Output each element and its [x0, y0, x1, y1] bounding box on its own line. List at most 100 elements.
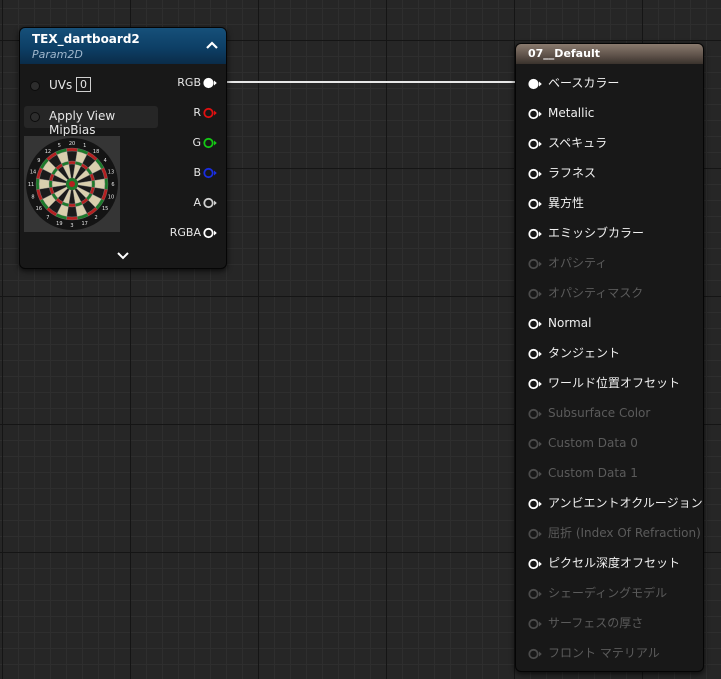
material-input-row[interactable]: タンジェント: [528, 346, 620, 360]
dartboard-number: 4: [104, 158, 107, 164]
material-input-row: サーフェスの厚さ: [528, 616, 643, 630]
input-pin-icon: [528, 408, 542, 419]
output-row-b[interactable]: B: [137, 166, 217, 180]
rgb-to-basecolor-wire[interactable]: [214, 81, 526, 83]
input-pin-icon: [528, 288, 542, 299]
input-pin-icon[interactable]: [528, 318, 542, 330]
input-pin-icon[interactable]: [528, 198, 542, 210]
dartboard-segment: [68, 203, 76, 208]
dartboard-number: 9: [37, 158, 40, 164]
material-input-label: スペキュラ: [548, 136, 608, 150]
material-input-row[interactable]: ピクセル深度オフセット: [528, 556, 680, 570]
input-pin-icon: [528, 468, 542, 479]
output-pin-g-icon[interactable]: [203, 137, 217, 149]
input-pin-icon[interactable]: [528, 78, 542, 90]
output-pin-a-icon[interactable]: [203, 197, 217, 209]
material-input-label: ワールド位置オフセット: [548, 376, 681, 390]
material-input-row: Custom Data 1: [528, 466, 638, 480]
mipbias-input-pin[interactable]: [30, 112, 40, 122]
material-input-row[interactable]: ワールド位置オフセット: [528, 376, 680, 390]
output-label-a: A: [193, 196, 201, 209]
input-pin-icon: [528, 528, 542, 539]
dartboard-number: 13: [108, 169, 114, 175]
dartboard-number: 3: [70, 223, 73, 229]
material-input-label: オパシティ: [548, 256, 608, 270]
input-pin-icon[interactable]: [528, 378, 542, 390]
output-label-r: R: [193, 106, 201, 119]
dartboard-number: 14: [30, 169, 36, 175]
input-pin-icon: [528, 588, 542, 599]
output-row-rgba[interactable]: RGBA: [137, 226, 217, 240]
material-input-label: エミッシブカラー: [548, 226, 645, 240]
chevron-down-icon[interactable]: [116, 250, 130, 262]
material-input-label: サーフェスの厚さ: [548, 616, 644, 630]
dartboard-segment: [91, 180, 96, 188]
output-row-rgb[interactable]: RGB: [137, 76, 217, 90]
input-pin-icon[interactable]: [528, 168, 542, 180]
material-input-row[interactable]: エミッシブカラー: [528, 226, 644, 240]
output-pin-rgb-icon[interactable]: [203, 77, 217, 89]
input-pin-icon[interactable]: [528, 348, 542, 360]
material-input-row[interactable]: Normal: [528, 316, 591, 330]
output-label-g: G: [192, 136, 201, 149]
chevron-up-icon[interactable]: [204, 37, 220, 53]
input-pin-icon[interactable]: [528, 498, 542, 510]
material-input-label: フロント マテリアル: [548, 646, 660, 660]
dartboard-number: 19: [56, 221, 62, 227]
material-node-header[interactable]: 07__Default: [516, 44, 703, 64]
output-row-g[interactable]: G: [137, 136, 217, 150]
material-input-label: オパシティマスク: [548, 286, 644, 300]
material-input-label: タンジェント: [548, 346, 621, 360]
dartboard-segment: [66, 147, 78, 152]
texture-sample-node[interactable]: TEX_dartboard2 Param2D UVs 0 Apply View …: [19, 27, 227, 269]
material-input-row[interactable]: スペキュラ: [528, 136, 607, 150]
input-pin-icon[interactable]: [528, 228, 542, 240]
material-input-row[interactable]: ラフネス: [528, 166, 596, 180]
uvs-index-field[interactable]: 0: [76, 77, 91, 92]
material-result-node[interactable]: 07__Default ベースカラー Metallic スペキュララフネス異方性エミ…: [515, 43, 704, 672]
input-pin-icon[interactable]: [528, 558, 542, 570]
material-input-label: 異方性: [548, 196, 585, 210]
texture-node-header[interactable]: TEX_dartboard2 Param2D: [20, 28, 226, 64]
dartboard-number: 16: [36, 206, 42, 212]
material-input-row[interactable]: ベースカラー: [528, 76, 619, 90]
material-input-row: Subsurface Color: [528, 406, 650, 420]
input-pin-icon: [528, 618, 542, 629]
material-input-row: オパシティマスク: [528, 286, 643, 300]
input-pin-icon: [528, 438, 542, 449]
uvs-label: UVs: [49, 78, 73, 92]
output-pin-b-icon[interactable]: [203, 167, 217, 179]
material-input-row[interactable]: アンビエントオクルージョン: [528, 496, 703, 510]
dartboard-number: 7: [46, 215, 49, 221]
output-label-b: B: [193, 166, 201, 179]
material-input-label: ベースカラー: [548, 76, 620, 90]
input-pin-icon[interactable]: [528, 138, 542, 150]
uvs-input-pin[interactable]: [30, 81, 40, 91]
material-input-row: 屈折 (Index Of Refraction): [528, 526, 701, 540]
input-pin-icon[interactable]: [528, 108, 542, 120]
dartboard-segment: [35, 178, 40, 190]
output-label-rgba: RGBA: [169, 226, 201, 239]
dartboard-number: 8: [31, 195, 34, 201]
dartboard-number: 20: [69, 141, 75, 147]
material-input-row: オパシティ: [528, 256, 607, 270]
material-input-label: Custom Data 1: [548, 466, 638, 480]
material-input-row[interactable]: 異方性: [528, 196, 584, 210]
material-input-row: Custom Data 0: [528, 436, 638, 450]
texture-node-title: TEX_dartboard2: [32, 32, 140, 46]
output-pin-r-icon[interactable]: [203, 107, 217, 119]
dartboard-number: 12: [45, 149, 51, 155]
material-input-row[interactable]: Metallic: [528, 106, 594, 120]
material-input-label: ピクセル深度オフセット: [548, 556, 681, 570]
material-input-label: シェーディングモデル: [548, 586, 668, 600]
material-input-label: アンビエントオクルージョン: [548, 496, 703, 510]
dartboard-segment: [94, 178, 106, 190]
output-row-a[interactable]: A: [137, 196, 217, 210]
output-row-r[interactable]: R: [137, 106, 217, 120]
output-pin-rgba-icon[interactable]: [203, 227, 217, 239]
dartboard-number: 18: [93, 149, 99, 155]
output-label-rgb: RGB: [177, 76, 201, 89]
dartboard-segment: [66, 216, 78, 221]
material-input-label: Metallic: [548, 106, 595, 120]
dartboard-segment: [66, 150, 78, 162]
